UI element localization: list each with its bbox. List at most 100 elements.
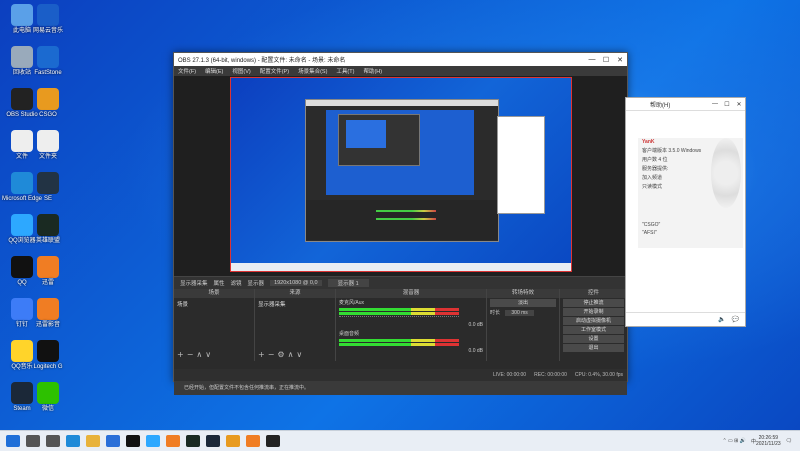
edge-icon[interactable] bbox=[66, 435, 80, 447]
csgo-icon bbox=[37, 88, 59, 110]
mic-meter-2 bbox=[339, 312, 459, 315]
source-name: 显示器采集 bbox=[180, 281, 208, 287]
desktop-icon-label: Logitech G bbox=[33, 364, 63, 370]
menu-help[interactable]: 帮助(H) bbox=[363, 67, 382, 75]
menu-edit[interactable]: 编辑(E) bbox=[205, 67, 223, 75]
menu-tools[interactable]: 工具(T) bbox=[336, 67, 354, 75]
transitions-title: 转场特效 bbox=[487, 289, 559, 298]
desktop-icon-label: CSGO bbox=[39, 112, 57, 118]
stop-streaming-button[interactable]: 停止推流 bbox=[563, 299, 624, 307]
steam-icon[interactable] bbox=[206, 435, 220, 447]
orange-app2-icon[interactable] bbox=[246, 435, 260, 447]
scene-item[interactable]: 场景 bbox=[174, 298, 254, 310]
desktop-icon[interactable]: 英雄联盟 bbox=[26, 214, 70, 245]
desktop-meter bbox=[339, 339, 459, 342]
controls-title: 控件 bbox=[560, 289, 627, 298]
windows-taskbar: ⌃ ▭ ⊞ 🔊 中 20:26:59 2021/11/23 🗨 bbox=[0, 430, 800, 451]
channel-afsi[interactable]: "AFSI" bbox=[638, 229, 743, 237]
desktop-icon[interactable]: SE bbox=[26, 172, 70, 203]
task-view-icon[interactable] bbox=[46, 435, 60, 447]
obs-icon[interactable] bbox=[266, 435, 280, 447]
orange-app2-icon bbox=[37, 298, 59, 320]
desktop-icon-label: 文件夹 bbox=[38, 154, 57, 160]
display-resolution[interactable]: 1920x1080 @ 0,0 bbox=[270, 280, 322, 286]
channel-csgo[interactable]: "CSGO" bbox=[638, 221, 743, 229]
obs-window[interactable]: OBS 27.1.3 (64-bit, windows) - 配置文件: 未命名… bbox=[173, 52, 628, 395]
transitions-dock: 转场特效 淡出 时长 300 ms bbox=[487, 289, 560, 361]
desktop-icon-label: FastStone bbox=[34, 70, 62, 76]
chat-maximize-button[interactable]: ☐ bbox=[721, 101, 733, 108]
close-button[interactable]: ✕ bbox=[613, 56, 627, 64]
faststone-icon bbox=[37, 46, 59, 68]
notification-icon[interactable]: 🗨 bbox=[786, 438, 792, 444]
minimize-button[interactable]: — bbox=[585, 56, 599, 64]
orange-app-icon[interactable] bbox=[166, 435, 180, 447]
exit-button[interactable]: 退出 bbox=[563, 344, 624, 352]
rec-status: REC: 00:00:00 bbox=[534, 372, 567, 378]
chat-close-button[interactable]: ✕ bbox=[733, 101, 745, 108]
chat-titlebar[interactable]: 帮助(H) — ☐ ✕ bbox=[626, 98, 745, 111]
scenes-dock: 场景 场景 +−∧∨ bbox=[174, 289, 255, 361]
store-icon[interactable] bbox=[106, 435, 120, 447]
obs-statusbar: LIVE: 00:00:00 REC: 00:00:00 CPU: 0.4%, … bbox=[174, 369, 627, 381]
chat-window[interactable]: 帮助(H) — ☐ ✕ YanK 客户端版本 3.5.0 Windows 用户数… bbox=[625, 97, 746, 327]
csgo-icon[interactable] bbox=[226, 435, 240, 447]
preview-canvas[interactable] bbox=[230, 77, 572, 272]
start-recording-button[interactable]: 开始录制 bbox=[563, 308, 624, 316]
obs-titlebar[interactable]: OBS 27.1.3 (64-bit, windows) - 配置文件: 未命名… bbox=[174, 53, 627, 66]
scene-controls[interactable]: +−∧∨ bbox=[177, 350, 214, 359]
tray-icons[interactable]: ⌃ ▭ ⊞ 🔊 bbox=[722, 438, 746, 444]
menu-scene-collection[interactable]: 场景集合(S) bbox=[298, 67, 327, 75]
chat-bottom-bar: 🔈 💬 bbox=[626, 312, 745, 326]
menu-view[interactable]: 视图(V) bbox=[232, 67, 250, 75]
desktop-icon-label: 微信 bbox=[41, 406, 54, 412]
obs-preview[interactable] bbox=[174, 76, 627, 276]
folder-icon[interactable] bbox=[86, 435, 100, 447]
transition-select[interactable]: 淡出 bbox=[490, 299, 556, 307]
source-controls[interactable]: +−⚙∧∨ bbox=[258, 350, 305, 359]
desktop-icon[interactable]: 迅雷 bbox=[26, 256, 70, 287]
desktop-icon[interactable]: 迅雷影音 bbox=[26, 298, 70, 329]
mic-meter bbox=[339, 308, 459, 311]
desktop-db: 0.0 dB bbox=[468, 348, 483, 354]
lol-icon[interactable] bbox=[186, 435, 200, 447]
cpu-status: CPU: 0.4%, 30.00 fps bbox=[574, 372, 623, 378]
sources-dock: 来源 显示器采集 +−⚙∧∨ bbox=[255, 289, 336, 361]
start-icon[interactable] bbox=[6, 435, 20, 447]
speaker-icon[interactable]: 🔈 bbox=[718, 316, 725, 323]
clock-app-icon bbox=[37, 4, 59, 26]
studio-mode-button[interactable]: 工作室模式 bbox=[563, 326, 624, 334]
desktop-icon[interactable]: 文件夹 bbox=[26, 130, 70, 161]
file2-icon bbox=[37, 130, 59, 152]
desktop-icon[interactable]: 网易云音乐 bbox=[26, 4, 70, 35]
display-select[interactable]: 显示器 1 bbox=[327, 279, 369, 287]
desktop-icon-label: 英雄联盟 bbox=[35, 238, 60, 244]
mixer-channel-desktop: 桌面音频 bbox=[339, 331, 360, 337]
mixer-dock: 混音器 麦克风/Aux 0.0 dB 桌面音频 0.0 dB bbox=[336, 289, 487, 361]
source-toolbar: 显示器采集 属性 滤镜 显示器 1920x1080 @ 0,0 显示器 1 bbox=[174, 276, 627, 289]
qq-browser-icon[interactable] bbox=[146, 435, 160, 447]
duration-label: 时长 bbox=[490, 310, 501, 316]
clock[interactable]: 20:26:59 2021/11/23 bbox=[756, 435, 781, 447]
desktop-icon[interactable]: FastStone bbox=[26, 46, 70, 77]
logitech-icon[interactable] bbox=[126, 435, 140, 447]
chat-icon[interactable]: 💬 bbox=[732, 316, 739, 323]
virtual-camera-button[interactable]: 启动虚拟摄像机 bbox=[563, 317, 624, 325]
search-icon[interactable] bbox=[26, 435, 40, 447]
chat-minimize-button[interactable]: — bbox=[709, 101, 721, 108]
source-item[interactable]: 显示器采集 bbox=[255, 298, 335, 310]
desktop-icon[interactable]: 微信 bbox=[26, 382, 70, 413]
settings-button[interactable]: 设置 bbox=[563, 335, 624, 343]
chat-menu-help[interactable]: 帮助(H) bbox=[650, 100, 670, 109]
se-icon bbox=[37, 172, 59, 194]
desktop-icon[interactable]: CSGO bbox=[26, 88, 70, 119]
filters-button[interactable]: 滤镜 bbox=[231, 279, 242, 287]
duration-input[interactable]: 300 ms bbox=[505, 310, 534, 316]
properties-button[interactable]: 属性 bbox=[214, 279, 225, 287]
menu-file[interactable]: 文件(F) bbox=[178, 67, 196, 75]
desktop-icon[interactable]: Logitech G bbox=[26, 340, 70, 371]
maximize-button[interactable]: ☐ bbox=[599, 56, 613, 64]
desktop-icon-label: 网易云音乐 bbox=[32, 28, 63, 34]
menu-profile[interactable]: 配置文件(P) bbox=[260, 67, 289, 75]
nested-obs-capture bbox=[305, 99, 499, 242]
